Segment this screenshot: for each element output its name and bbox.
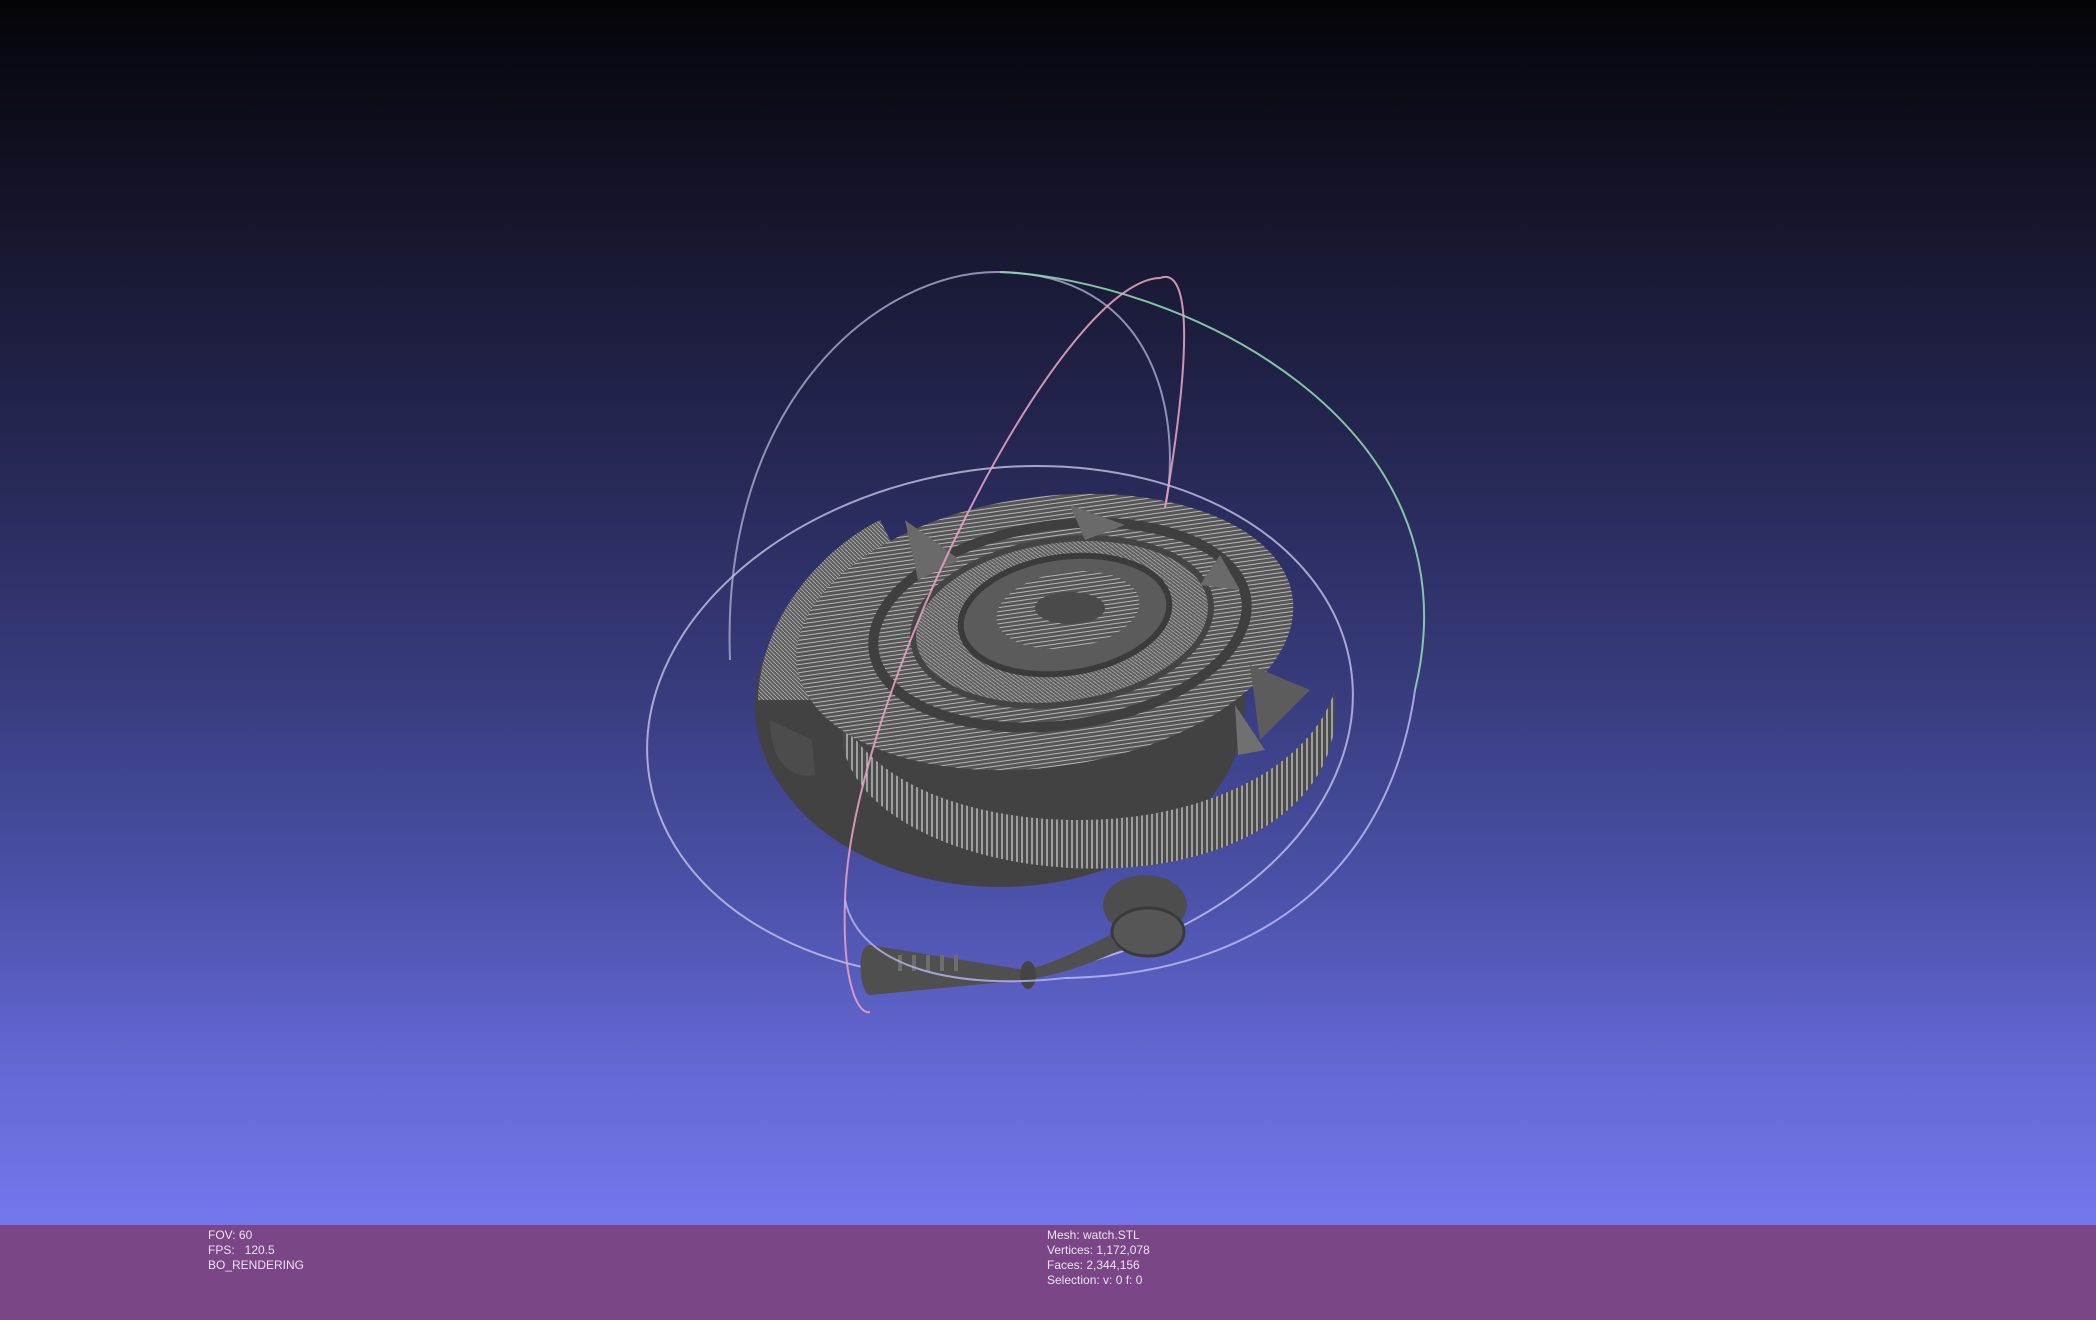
mesh-name-readout: Mesh: watch.STL xyxy=(1047,1228,1140,1242)
vertices-readout: Vertices: 1,172,078 xyxy=(1047,1243,1150,1257)
mesh-stats: Mesh: watch.STL Vertices: 1,172,078 Face… xyxy=(1047,1228,1150,1288)
selection-readout: Selection: v: 0 f: 0 xyxy=(1047,1273,1143,1287)
watch-mesh-model[interactable] xyxy=(755,464,1335,995)
render-stats: FOV: 60 FPS: 120.5 BO_RENDERING xyxy=(208,1228,304,1273)
fps-readout: FPS: 120.5 xyxy=(208,1243,275,1257)
faces-readout: Faces: 2,344,156 xyxy=(1047,1258,1140,1272)
scene-canvas[interactable] xyxy=(0,0,2096,1225)
status-info-bar: FOV: 60 FPS: 120.5 BO_RENDERING Mesh: wa… xyxy=(0,1225,2096,1320)
fov-readout: FOV: 60 xyxy=(208,1228,253,1242)
render-mode-readout: BO_RENDERING xyxy=(208,1258,305,1272)
3d-viewport[interactable] xyxy=(0,0,2096,1225)
